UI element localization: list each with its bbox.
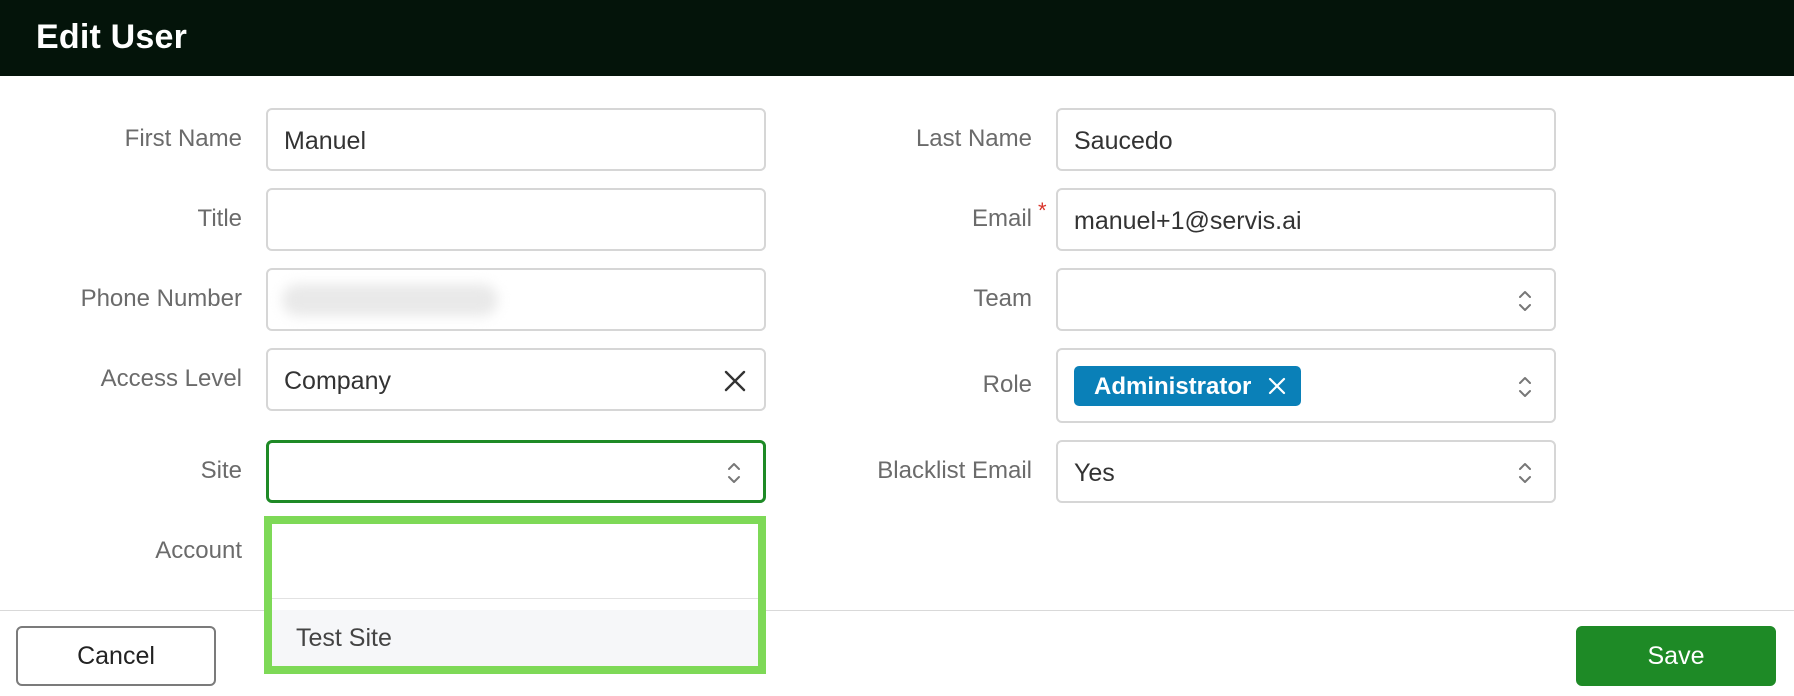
blacklist-email-value: Yes xyxy=(1074,459,1115,487)
chevron-updown-icon xyxy=(1519,291,1531,311)
blacklist-email-select[interactable]: Yes xyxy=(1056,440,1556,503)
site-select[interactable] xyxy=(266,440,766,503)
site-dropdown-menu: Test Site xyxy=(264,516,766,674)
last-name-field[interactable]: Saucedo xyxy=(1056,108,1556,171)
team-select[interactable] xyxy=(1056,268,1556,331)
site-label: Site xyxy=(200,457,242,484)
first-name-label: First Name xyxy=(124,125,242,152)
role-label: Role xyxy=(982,371,1032,398)
phone-number-label: Phone Number xyxy=(80,285,242,312)
team-label: Team xyxy=(973,285,1032,312)
title-label: Title xyxy=(197,205,242,232)
modal-header: Edit User xyxy=(0,0,1794,76)
redacted-phone-blur xyxy=(282,284,498,316)
site-dropdown-search[interactable] xyxy=(272,524,758,599)
chevron-updown-icon xyxy=(1519,377,1531,397)
email-value: manuel+1@servis.ai xyxy=(1074,207,1302,235)
title-field[interactable] xyxy=(266,188,766,251)
email-field[interactable]: manuel+1@servis.ai xyxy=(1056,188,1556,251)
site-option-test-site[interactable]: Test Site xyxy=(272,610,758,666)
cancel-button[interactable]: Cancel xyxy=(16,626,216,686)
last-name-value: Saucedo xyxy=(1074,127,1173,155)
role-chip: Administrator xyxy=(1074,366,1302,406)
save-button[interactable]: Save xyxy=(1576,626,1776,686)
email-label: Email xyxy=(702,204,1032,234)
remove-chip-icon[interactable] xyxy=(1267,376,1287,396)
account-label: Account xyxy=(155,537,242,564)
role-chip-label: Administrator xyxy=(1094,373,1252,400)
last-name-label: Last Name xyxy=(915,125,1032,152)
email-label-text: Email xyxy=(971,205,1032,232)
access-level-label: Access Level xyxy=(100,365,242,392)
access-level-select[interactable]: Company xyxy=(266,348,766,411)
site-option-label: Test Site xyxy=(296,624,392,652)
access-level-value: Company xyxy=(284,367,391,395)
first-name-value: Manuel xyxy=(284,127,366,155)
first-name-field[interactable]: Manuel xyxy=(266,108,766,171)
phone-number-field[interactable] xyxy=(266,268,766,331)
chevron-updown-icon xyxy=(1519,463,1531,483)
role-select[interactable]: Administrator xyxy=(1056,348,1556,423)
page-title: Edit User xyxy=(36,18,188,56)
blacklist-email-label: Blacklist Email xyxy=(877,457,1032,484)
